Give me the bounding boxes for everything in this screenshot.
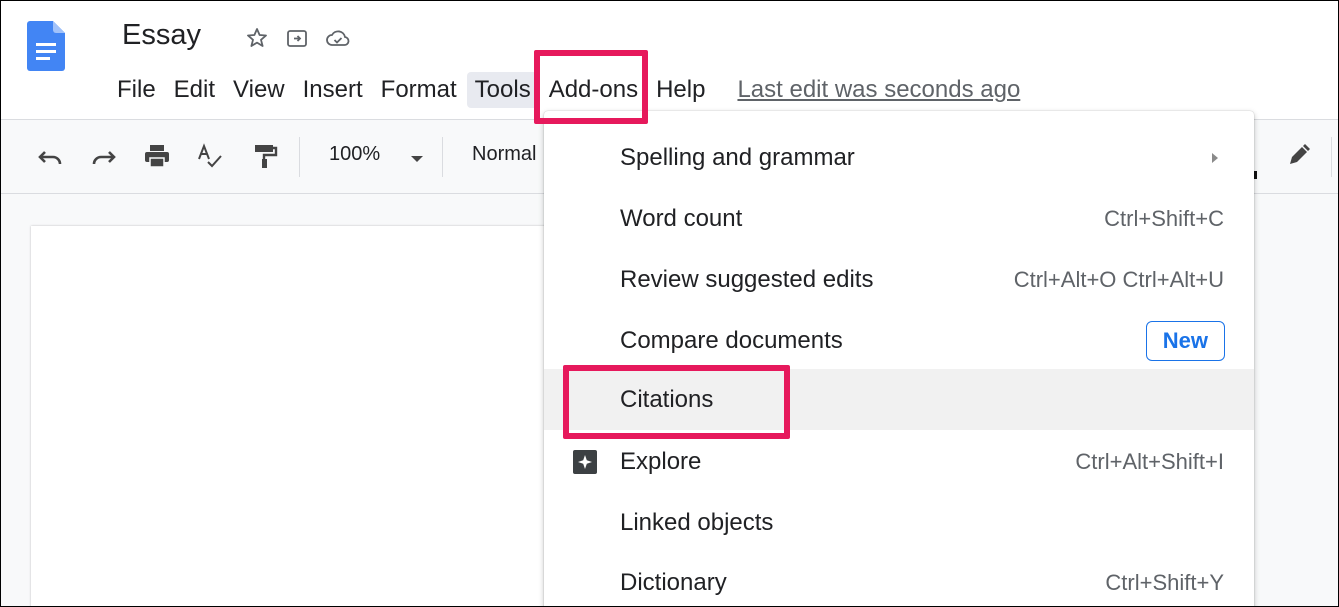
submenu-arrow-icon xyxy=(1212,152,1218,163)
menu-item-label: Explore xyxy=(620,447,702,475)
title-actions xyxy=(245,26,350,50)
zoom-select[interactable]: 100% xyxy=(329,143,380,166)
toolbar-separator xyxy=(442,137,443,177)
menu-item-shortcut: Ctrl+Alt+Shift+I xyxy=(1075,448,1224,474)
menu-item-label: Spelling and grammar xyxy=(620,143,855,171)
menu-item-dictionary[interactable]: Dictionary Ctrl+Shift+Y xyxy=(544,552,1254,606)
menu-item-label: Compare documents xyxy=(620,326,843,354)
document-title[interactable]: Essay xyxy=(122,19,201,52)
paragraph-style-select[interactable]: Normal xyxy=(472,143,536,166)
print-icon[interactable] xyxy=(143,143,171,169)
undo-icon[interactable] xyxy=(37,143,65,169)
toolbar-separator xyxy=(299,137,300,177)
tools-menu-dropdown: Spelling and grammar Word count Ctrl+Shi… xyxy=(544,111,1254,606)
explore-icon xyxy=(573,449,597,474)
menu-edit[interactable]: Edit xyxy=(166,72,223,108)
cloud-saved-icon[interactable] xyxy=(325,26,350,50)
menu-item-label: Dictionary xyxy=(620,568,727,596)
menu-item-label: Word count xyxy=(620,204,743,232)
menu-item-shortcut: Ctrl+Shift+Y xyxy=(1105,569,1224,595)
last-edit-link[interactable]: Last edit was seconds ago xyxy=(737,76,1020,104)
menu-insert[interactable]: Insert xyxy=(295,72,371,108)
menu-item-shortcut: Ctrl+Alt+O Ctrl+Alt+U xyxy=(1013,266,1224,292)
move-to-folder-icon[interactable] xyxy=(285,26,309,50)
menu-item-shortcut: Ctrl+Shift+C xyxy=(1104,205,1224,231)
menu-file[interactable]: File xyxy=(109,72,164,108)
citations-highlight-box xyxy=(563,365,790,439)
menu-item-word-count[interactable]: Word count Ctrl+Shift+C xyxy=(544,188,1254,249)
menu-item-review-suggested-edits[interactable]: Review suggested edits Ctrl+Alt+O Ctrl+A… xyxy=(544,249,1254,310)
chevron-down-icon[interactable] xyxy=(411,156,423,162)
menu-view[interactable]: View xyxy=(225,72,293,108)
menu-item-compare-documents[interactable]: Compare documents New xyxy=(544,310,1254,371)
spellcheck-icon[interactable] xyxy=(196,143,224,169)
menu-item-linked-objects[interactable]: Linked objects xyxy=(544,492,1254,553)
google-docs-logo-icon[interactable] xyxy=(27,21,65,71)
menu-help[interactable]: Help xyxy=(648,72,713,108)
app-window: Essay File Edit View Insert Format Tools… xyxy=(0,0,1339,607)
menu-item-label: Review suggested edits xyxy=(620,265,874,293)
menu-item-explore[interactable]: Explore Ctrl+Alt+Shift+I xyxy=(544,431,1254,492)
star-icon[interactable] xyxy=(245,26,269,50)
menu-tools[interactable]: Tools xyxy=(466,72,539,108)
menu-item-label: Linked objects xyxy=(620,508,774,536)
new-badge: New xyxy=(1145,320,1225,361)
tools-menu-highlight-box xyxy=(534,50,648,124)
menu-format[interactable]: Format xyxy=(373,72,465,108)
editing-mode-pen-icon[interactable] xyxy=(1284,142,1312,170)
menu-item-spelling-and-grammar[interactable]: Spelling and grammar xyxy=(544,127,1254,188)
redo-icon[interactable] xyxy=(89,143,117,169)
toolbar-separator xyxy=(1331,137,1332,177)
paint-format-icon[interactable] xyxy=(251,143,279,169)
